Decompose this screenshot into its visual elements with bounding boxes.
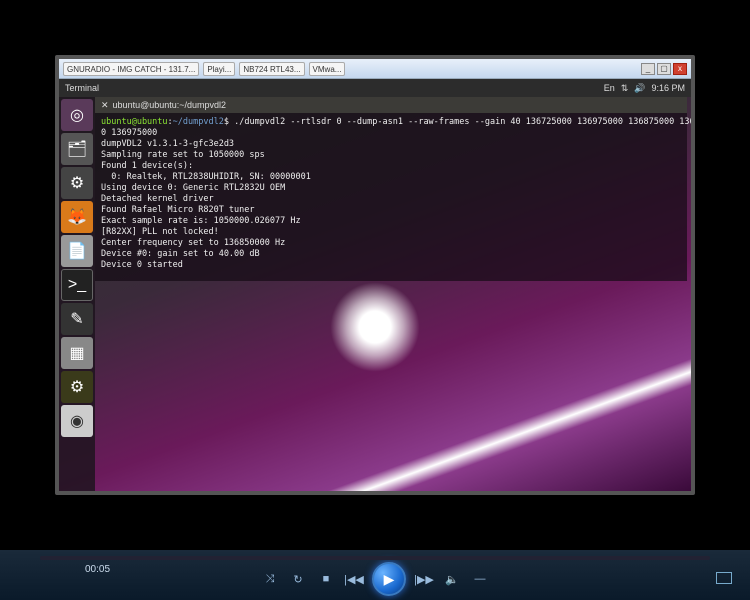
terminal-body[interactable]: ubuntu@ubuntu:~/dumpvdl2$ ./dumpvdl2 --r…: [95, 113, 687, 281]
launcher-files-icon[interactable]: 🗂: [61, 133, 93, 165]
prompt-user: ubuntu@ubuntu: [101, 117, 168, 127]
terminal-output-line: dumpVDL2 v1.3.1-3-gfc3e2d3: [101, 139, 681, 150]
prompt-symbol: $: [224, 117, 229, 127]
terminal-title: ubuntu@ubuntu:~/dumpvdl2: [113, 97, 226, 113]
progress-bar[interactable]: [40, 556, 710, 560]
previous-button[interactable]: |◀◀: [344, 569, 364, 589]
terminal-command: ./dumpvdl2 --rtlsdr 0 --dump-asn1 --raw-…: [234, 117, 695, 127]
terminal-output-line: Device #0: gain set to 40.00 dB: [101, 249, 681, 260]
video-area: GNURADIO - IMG CATCH - 131.7... Playi...…: [0, 0, 750, 550]
terminal-window[interactable]: ✕ ubuntu@ubuntu:~/dumpvdl2 ubuntu@ubuntu…: [95, 97, 687, 281]
stop-button[interactable]: ■: [316, 569, 336, 589]
mute-button[interactable]: —: [470, 569, 490, 589]
launcher-calculator-icon[interactable]: ▦: [61, 337, 93, 369]
terminal-output-line: Center frequency set to 136850000 Hz: [101, 238, 681, 249]
panel-app-title: Terminal: [65, 83, 99, 93]
taskbar-tab[interactable]: Playi...: [203, 62, 235, 76]
launcher-disc-icon[interactable]: ◉: [61, 405, 93, 437]
repeat-button[interactable]: ↻: [288, 569, 308, 589]
taskbar-tab[interactable]: VMwa...: [309, 62, 346, 76]
play-button[interactable]: ▶: [372, 562, 406, 596]
launcher-terminal-icon[interactable]: >_: [61, 269, 93, 301]
network-indicator-icon[interactable]: ⇅: [621, 83, 629, 94]
unity-launcher: ◎ 🗂 ⚙ 🦊 📄 >_ ✎ ▦ ⚙ ◉: [59, 97, 95, 491]
launcher-editor-icon[interactable]: ✎: [61, 303, 93, 335]
media-player-controls: 00:05 ⤨ ↻ ■ |◀◀ ▶ |▶▶ 🔈 —: [0, 550, 750, 600]
monitor-screen: GNURADIO - IMG CATCH - 131.7... Playi...…: [55, 55, 695, 495]
playback-time: 00:05: [85, 564, 110, 575]
terminal-output-line: Sampling rate set to 1050000 sps: [101, 150, 681, 161]
shuffle-button[interactable]: ⤨: [260, 569, 280, 589]
taskbar-tab[interactable]: GNURADIO - IMG CATCH - 131.7...: [63, 62, 199, 76]
minimize-button[interactable]: _: [641, 63, 655, 75]
launcher-settings-icon[interactable]: ⚙: [61, 167, 93, 199]
terminal-output-line: Detached kernel driver: [101, 194, 681, 205]
launcher-firefox-icon[interactable]: 🦊: [61, 201, 93, 233]
terminal-output-line: Found Rafael Micro R820T tuner: [101, 205, 681, 216]
terminal-output-line: Exact sample rate is: 1050000.026077 Hz: [101, 216, 681, 227]
terminal-output-line: [R82XX] PLL not locked!: [101, 227, 681, 238]
taskbar-tab[interactable]: NB724 RTL43...: [239, 62, 304, 76]
launcher-document-icon[interactable]: 📄: [61, 235, 93, 267]
terminal-titlebar[interactable]: ✕ ubuntu@ubuntu:~/dumpvdl2: [95, 97, 687, 113]
sound-indicator-icon[interactable]: 🔊: [634, 83, 645, 94]
close-button[interactable]: x: [673, 63, 687, 75]
keyboard-indicator-icon[interactable]: En: [604, 83, 615, 93]
terminal-close-icon[interactable]: ✕: [101, 97, 109, 113]
terminal-output-line: Found 1 device(s):: [101, 161, 681, 172]
ubuntu-top-panel: Terminal En ⇅ 🔊 9:16 PM: [59, 79, 691, 97]
window-buttons: _ ▢ x: [641, 63, 687, 75]
terminal-output-line: 0: Realtek, RTL2838UHIDIR, SN: 00000001: [101, 172, 681, 183]
maximize-button[interactable]: ▢: [657, 63, 671, 75]
next-button[interactable]: |▶▶: [414, 569, 434, 589]
terminal-output-line: Device 0 started: [101, 260, 681, 271]
prompt-path: ~/dumpvdl2: [173, 117, 224, 127]
terminal-output-line: Using device 0: Generic RTL2832U OEM: [101, 183, 681, 194]
launcher-system-icon[interactable]: ⚙: [61, 371, 93, 403]
clock[interactable]: 9:16 PM: [651, 83, 685, 93]
fullscreen-button[interactable]: [716, 572, 732, 584]
terminal-output-line: 0 136975000: [101, 128, 681, 139]
volume-icon[interactable]: 🔈: [442, 569, 462, 589]
windows-taskbar: GNURADIO - IMG CATCH - 131.7... Playi...…: [59, 59, 691, 79]
launcher-dash-icon[interactable]: ◎: [61, 99, 93, 131]
